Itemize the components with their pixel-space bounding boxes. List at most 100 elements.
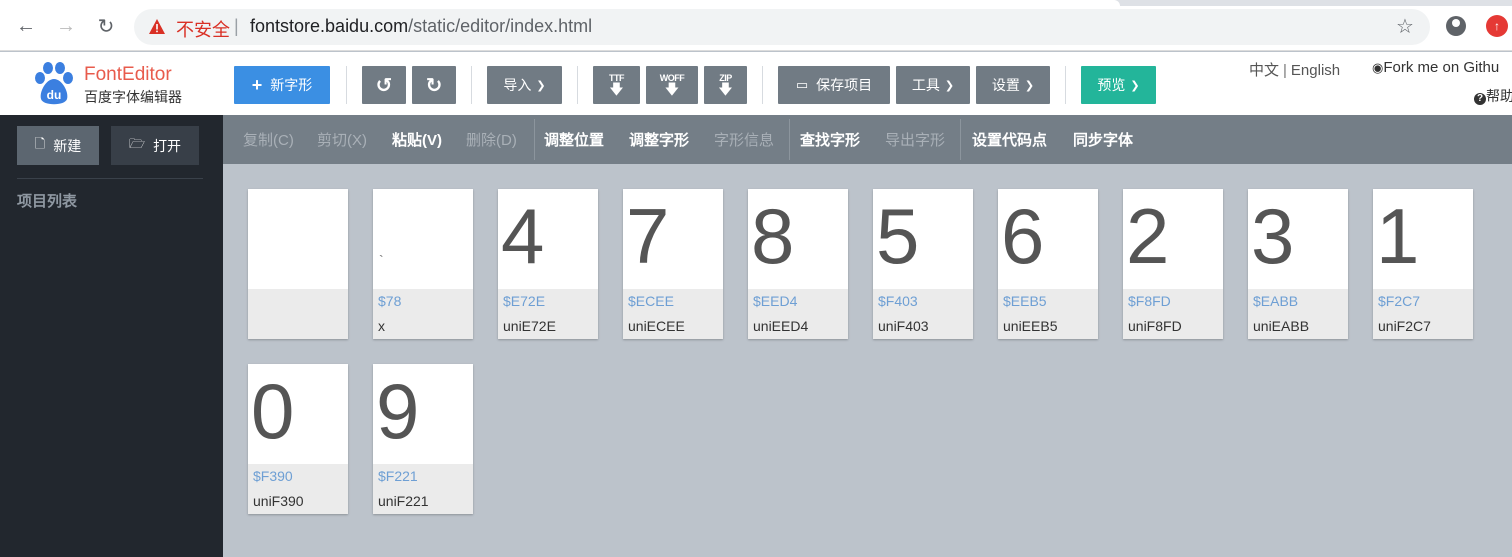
glyph-card[interactable]: 1 $F2C7 uniF2C7	[1373, 189, 1473, 339]
glyph-card[interactable]: ` $78 x	[373, 189, 473, 339]
fork-label: Fork me on Githu	[1383, 59, 1500, 76]
glyph-card[interactable]: 2 $F8FD uniF8FD	[1123, 189, 1223, 339]
glyph-char: 3	[1251, 192, 1295, 280]
glyph-code: $EABB	[1253, 293, 1299, 309]
export-ttf-button[interactable]: TTF 🡇	[593, 66, 640, 104]
new-glyph-label: 新字形	[270, 77, 313, 93]
cut-command[interactable]: 剪切(X)	[317, 129, 367, 150]
adjust-position-command[interactable]: 调整位置	[544, 129, 604, 150]
glyph-card[interactable]: 6 $EEB5 uniEEB5	[998, 189, 1098, 339]
back-icon[interactable]: ←	[14, 14, 38, 38]
reload-icon[interactable]: ↻	[94, 14, 118, 38]
command-divider	[789, 119, 790, 160]
url-text[interactable]: fontstore.baidu.com/static/editor/index.…	[250, 16, 592, 37]
glyph-code: $78	[378, 293, 402, 309]
glyph-char: 0	[251, 367, 295, 455]
insecure-label: 不安全	[176, 20, 230, 40]
fork-github-link[interactable]: ◉Fork me on Githu	[1372, 59, 1499, 76]
copy-command[interactable]: 复制(C)	[243, 129, 294, 150]
glyph-code: $F8FD	[1128, 293, 1171, 309]
baidu-paw-logo-icon: du	[35, 62, 73, 105]
glyph-name: uniF403	[878, 318, 929, 334]
preview-dropdown[interactable]: 预览 ❯	[1081, 66, 1156, 104]
project-list-heading: 项目列表	[17, 193, 78, 210]
toolbar-divider	[762, 66, 763, 104]
glyph-card[interactable]: 4 $E72E uniE72E	[498, 189, 598, 339]
glyph-card[interactable]: 5 $F403 uniF403	[873, 189, 973, 339]
lang-zh-link[interactable]: 中文	[1249, 62, 1279, 79]
glyph-code: $EED4	[753, 293, 798, 309]
export-zip-button[interactable]: ZIP 🡇	[704, 66, 747, 104]
glyph-card[interactable]	[248, 189, 348, 339]
chevron-down-icon: ❯	[536, 79, 546, 92]
url-separator: |	[234, 16, 239, 36]
glyph-preview: 5	[873, 189, 973, 289]
glyph-char: 2	[1126, 192, 1170, 280]
glyph-card[interactable]: 0 $F390 uniF390	[248, 364, 348, 514]
glyph-info-command[interactable]: 字形信息	[714, 129, 774, 150]
glyph-preview: 9	[373, 364, 473, 464]
open-project-button[interactable]: 🗁 打开	[111, 126, 199, 165]
lang-separator: |	[1283, 62, 1287, 79]
chevron-down-icon: ❯	[1024, 79, 1035, 92]
glyph-code: $F2C7	[1378, 293, 1421, 309]
export-woff-button[interactable]: WOFF 🡇	[646, 66, 698, 104]
glyph-preview	[248, 189, 348, 289]
browser-chrome: ← → ↻ 不安全 | fontstore.baidu.com/static/e…	[0, 0, 1512, 51]
sync-font-command[interactable]: 同步字体	[1073, 129, 1133, 150]
url-path: /static/editor/index.html	[408, 16, 593, 36]
glyph-code: $E72E	[503, 293, 546, 309]
glyph-char: `	[379, 252, 384, 268]
download-arrow-icon: 🡇	[718, 81, 733, 97]
glyph-name: uniF390	[253, 493, 304, 509]
glyph-code: $F221	[378, 468, 418, 484]
redo-button[interactable]: ↻	[412, 66, 456, 104]
logo-title: FontEditor	[84, 64, 172, 85]
glyph-card[interactable]: 7 $ECEE uniECEE	[623, 189, 723, 339]
new-project-button[interactable]: 🗋 新建	[17, 126, 99, 165]
save-project-button[interactable]: ▭ 保存项目	[778, 66, 890, 104]
glyph-preview: 4	[498, 189, 598, 289]
tools-label: 工具	[911, 77, 940, 93]
tools-dropdown[interactable]: 工具 ❯	[896, 66, 970, 104]
find-glyph-command[interactable]: 查找字形	[800, 129, 860, 150]
import-dropdown[interactable]: 导入 ❯	[487, 66, 562, 104]
paste-command[interactable]: 粘贴(V)	[392, 129, 442, 150]
warning-icon	[149, 19, 165, 34]
glyph-grid: ` $78 x 4 $E72E uniE72E 7 $ECEE uniECEE …	[223, 164, 1512, 557]
forward-icon[interactable]: →	[54, 14, 78, 38]
save-drive-icon: ▭	[795, 77, 809, 92]
download-arrow-icon: 🡇	[609, 81, 624, 97]
glyph-char: 6	[1001, 192, 1045, 280]
glyph-card[interactable]: 8 $EED4 uniEED4	[748, 189, 848, 339]
lang-en-link[interactable]: English	[1291, 62, 1340, 79]
help-link[interactable]: ? 帮助	[1474, 86, 1512, 106]
extension-icon[interactable]: ↑	[1486, 15, 1508, 37]
toolbar-divider	[1065, 66, 1066, 104]
glyph-name: x	[378, 318, 385, 334]
logo-mark-text: du	[47, 88, 62, 102]
glyph-name: uniEABB	[1253, 318, 1310, 334]
export-glyph-command[interactable]: 导出字形	[885, 129, 945, 150]
sidebar: 🗋 新建 🗁 打开 项目列表	[0, 115, 223, 557]
account-icon[interactable]	[1446, 16, 1466, 36]
glyph-card[interactable]: 9 $F221 uniF221	[373, 364, 473, 514]
redo-icon: ↻	[425, 74, 443, 97]
glyph-char: 7	[626, 192, 670, 280]
delete-command[interactable]: 删除(D)	[466, 129, 517, 150]
settings-dropdown[interactable]: 设置 ❯	[976, 66, 1050, 104]
set-codepoint-command[interactable]: 设置代码点	[972, 129, 1047, 150]
bookmark-star-icon[interactable]: ☆	[1396, 14, 1414, 39]
save-project-label: 保存项目	[816, 77, 873, 93]
toolbar-divider	[471, 66, 472, 104]
chevron-down-icon: ❯	[1130, 79, 1140, 92]
adjust-glyph-command[interactable]: 调整字形	[629, 129, 689, 150]
new-glyph-button[interactable]: + 新字形	[234, 66, 330, 104]
glyph-card[interactable]: 3 $EABB uniEABB	[1248, 189, 1348, 339]
glyph-preview: 1	[1373, 189, 1473, 289]
glyph-preview: 7	[623, 189, 723, 289]
active-tab[interactable]	[0, 0, 1120, 6]
glyph-char: 5	[876, 192, 920, 280]
undo-button[interactable]: ↺	[362, 66, 406, 104]
folder-open-icon: 🗁	[128, 135, 146, 151]
